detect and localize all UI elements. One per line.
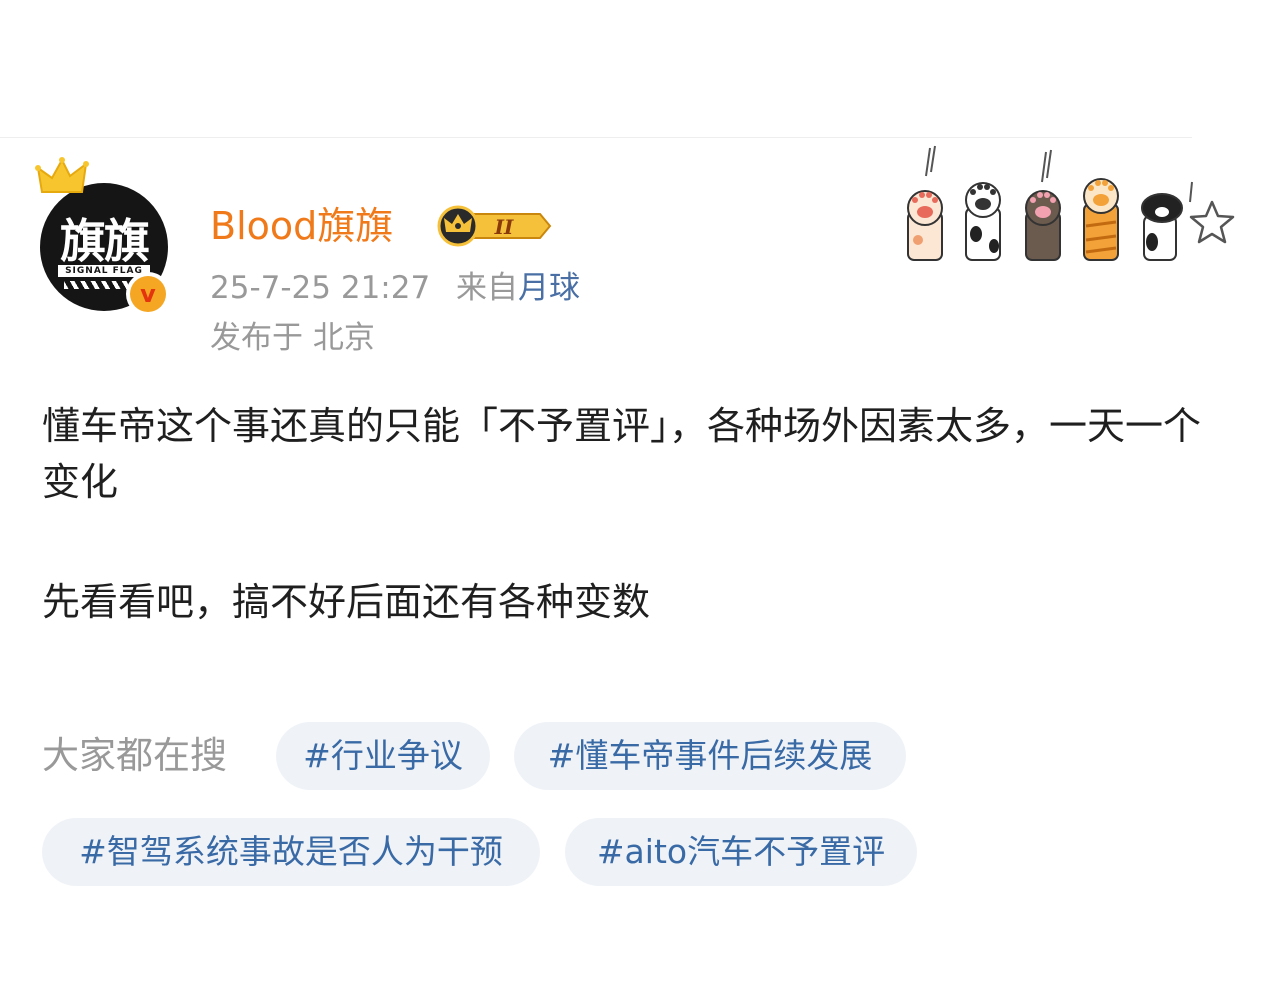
- paw-2: [965, 182, 1001, 261]
- avatar-text: 旗旗: [60, 214, 150, 268]
- post-body: 懂车帝这个事还真的只能「不予置评」，各种场外因素太多，一天一个变化 先看看吧，搞…: [42, 398, 1202, 630]
- paw-1: [907, 190, 943, 261]
- vip-crown-badge-icon[interactable]: II: [434, 204, 552, 248]
- paw-5: [1141, 193, 1183, 261]
- search-tag[interactable]: #行业争议: [276, 722, 490, 790]
- username[interactable]: Blood旗旗: [210, 200, 393, 252]
- verified-mark: v: [130, 276, 166, 312]
- timestamp: 25-7-25 21:27: [210, 270, 431, 306]
- search-tag[interactable]: #懂车帝事件后续发展: [514, 722, 906, 790]
- crown-icon: [35, 157, 89, 193]
- post-paragraph: 懂车帝这个事还真的只能「不予置评」，各种场外因素太多，一天一个变化: [42, 404, 1202, 504]
- paw-4: [1083, 178, 1119, 261]
- top-divider: [0, 137, 1192, 138]
- post-meta: 25-7-25 21:27 来自月球: [210, 268, 580, 308]
- search-tag[interactable]: #智驾系统事故是否人为干预: [42, 818, 540, 886]
- vip-level: II: [494, 215, 514, 239]
- source-link[interactable]: 月球: [518, 270, 580, 306]
- cat-paws-decoration: [907, 145, 1235, 261]
- paw-3: [1025, 190, 1061, 261]
- search-label: 大家都在搜: [42, 734, 227, 777]
- search-tag[interactable]: #aito汽车不予置评: [565, 818, 917, 886]
- star-outline-icon: [1189, 200, 1235, 244]
- verified-icon: v: [126, 272, 170, 316]
- post-paragraph: 先看看吧，搞不好后面还有各种变数: [42, 580, 651, 624]
- location: 发布于 北京: [210, 320, 375, 356]
- source-prefix: 来自: [456, 270, 519, 306]
